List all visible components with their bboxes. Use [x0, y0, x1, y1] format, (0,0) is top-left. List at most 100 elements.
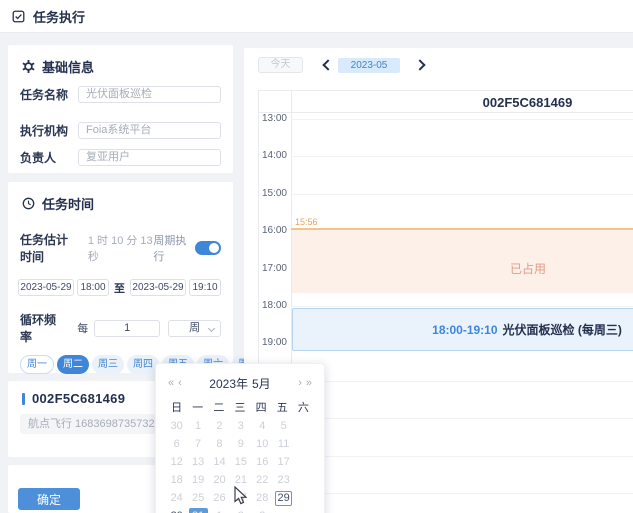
date-cell-3: 3 [252, 507, 273, 513]
task-check-icon [12, 10, 25, 23]
hour-label: 15:00 [259, 188, 287, 199]
hour-gridline [291, 381, 633, 382]
event-block[interactable]: 18:00-19:10 光伏面板巡检 (每周三) [292, 308, 633, 351]
date-cell-2: 2 [230, 507, 251, 513]
clock-icon [22, 197, 35, 210]
date-number: 5 [275, 419, 292, 434]
hour-gridline [291, 306, 633, 307]
date-number: 3 [232, 419, 249, 434]
date-number: 24 [168, 491, 185, 506]
date-cell-2: 2 [209, 417, 230, 435]
resource-column-title: 002F5C681469 [291, 95, 633, 110]
now-time-label: 15:56 [295, 217, 318, 227]
date-number: 26 [211, 491, 228, 506]
field-input-1[interactable]: Foia系统平台 [78, 122, 221, 139]
hour-label: 13:00 [259, 113, 287, 124]
frequency-unit-select[interactable]: 周 [168, 320, 221, 337]
date-number: 31 [189, 508, 208, 513]
hour-gridline [291, 119, 633, 120]
date-cell-1: 1 [187, 417, 208, 435]
hour-gridline [291, 194, 633, 195]
date-cell-4: 4 [252, 417, 273, 435]
estimate-label: 任务估计时间 [20, 231, 80, 265]
basic-fields: 任务名称光伏面板巡检执行机构Foia系统平台负责人复亚用户 [8, 86, 233, 166]
field-label-1: 执行机构 [20, 122, 78, 139]
next-month-button[interactable]: › [296, 377, 304, 389]
date-cell-17: 17 [273, 453, 294, 471]
date-number: 6 [168, 437, 185, 452]
dp-weekday: 六 [293, 399, 314, 415]
date-number: 7 [190, 437, 207, 452]
today-button[interactable]: 今天 [258, 57, 303, 73]
confirm-button[interactable]: 确定 [18, 488, 80, 510]
date-number: 20 [211, 473, 228, 488]
year-select[interactable]: 2023年 [209, 375, 248, 392]
start-date-input[interactable]: 2023-05-29 [18, 279, 74, 296]
chevron-down-icon [208, 324, 215, 331]
date-cell-20: 20 [209, 471, 230, 489]
weekday-pill-1[interactable]: 周一 [20, 355, 54, 374]
date-cell-29[interactable]: 29 [273, 489, 294, 507]
date-number: 2 [211, 419, 228, 434]
end-date-input[interactable]: 2023-05-29 [130, 279, 186, 296]
date-cell-5: 5 [273, 417, 294, 435]
hour-gridline [291, 493, 633, 494]
date-cell-11: 11 [273, 435, 294, 453]
field-label-2: 负责人 [20, 149, 78, 166]
date-cell-31[interactable]: 31 [187, 507, 208, 513]
end-time-input[interactable]: 19:10 [189, 279, 221, 296]
event-time: 18:00-19:10 [432, 323, 497, 337]
toggle-knob [209, 243, 219, 253]
date-cell-12: 12 [166, 453, 187, 471]
date-picker-popup: « ‹ 2023年 5月 › » 日一二三四五六 301234567891011… [155, 363, 325, 513]
repeat-label: 周期执行 [153, 232, 190, 264]
every-label: 每 [77, 320, 88, 336]
date-cell-14: 14 [209, 453, 230, 471]
start-time-input[interactable]: 18:00 [77, 279, 109, 296]
event-title: 光伏面板巡检 (每周三) [503, 321, 622, 338]
frequency-label: 循环频率 [20, 311, 65, 345]
basic-section-title: 基础信息 [42, 57, 94, 76]
basic-section-header: 基础信息 [8, 45, 233, 76]
date-cell-28: 28 [252, 489, 273, 507]
weekday-pill-2[interactable]: 周二 [57, 355, 89, 374]
hour-label: 19:00 [259, 337, 287, 348]
date-cell-22: 22 [252, 471, 273, 489]
date-number: 15 [232, 455, 249, 470]
month-select[interactable]: 5月 [252, 375, 271, 392]
time-section-header: 任务时间 [8, 182, 233, 213]
next-year-button[interactable]: » [304, 377, 314, 389]
date-number: 23 [275, 473, 292, 488]
prev-year-button[interactable]: « [166, 377, 176, 389]
route-title: 002F5C681469 [32, 391, 125, 406]
date-cell-15: 15 [230, 453, 251, 471]
date-number: 14 [211, 455, 228, 470]
form-row: 执行机构Foia系统平台 [20, 122, 221, 139]
repeat-toggle[interactable] [195, 241, 221, 255]
time-section-title: 任务时间 [42, 194, 94, 213]
dp-weekday: 五 [272, 399, 293, 415]
date-number: 29 [275, 491, 292, 506]
page-header: 任务执行 [0, 0, 633, 33]
date-cell-16: 16 [252, 453, 273, 471]
field-input-0[interactable]: 光伏面板巡检 [78, 86, 221, 103]
dp-weekday: 四 [251, 399, 272, 415]
prev-month-button[interactable]: ‹ [176, 377, 184, 389]
prev-month-arrow-icon[interactable] [322, 59, 333, 70]
date-number: 10 [254, 437, 271, 452]
date-number: 4 [254, 419, 271, 434]
title-bar-accent [22, 393, 25, 405]
form-row: 负责人复亚用户 [20, 149, 221, 166]
date-number: 1 [190, 419, 207, 434]
next-month-arrow-icon[interactable] [414, 59, 425, 70]
date-cell-30: 30 [166, 417, 187, 435]
field-label-0: 任务名称 [20, 86, 78, 103]
weekday-pill-3[interactable]: 周三 [92, 355, 124, 374]
frequency-input[interactable]: 1 [94, 320, 160, 337]
date-cell-23: 23 [273, 471, 294, 489]
hour-gridline [291, 156, 633, 157]
date-cell-30[interactable]: 30 [166, 507, 187, 513]
field-input-2[interactable]: 复亚用户 [78, 149, 221, 166]
date-cell-9: 9 [230, 435, 251, 453]
date-cell-10: 10 [252, 435, 273, 453]
